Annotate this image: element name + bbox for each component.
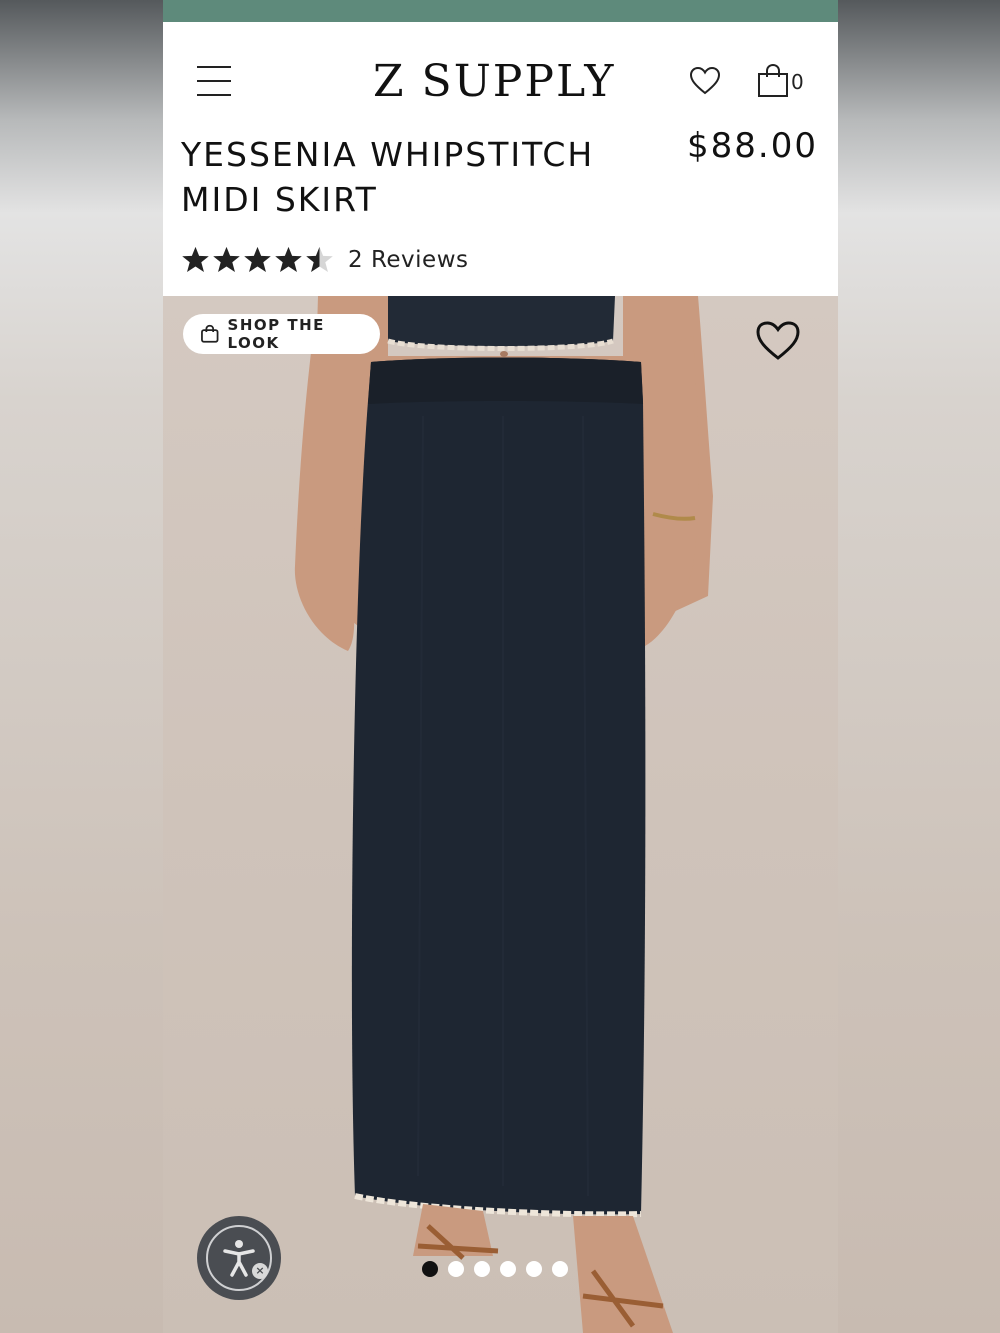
product-price: $88.00 (687, 126, 818, 166)
star-icon (213, 246, 240, 272)
heart-icon[interactable] (755, 320, 801, 362)
shop-the-look-button[interactable]: SHOP THE LOOK (183, 314, 380, 354)
shopping-bag-icon (201, 324, 219, 343)
accessibility-button[interactable]: × (197, 1216, 281, 1300)
product-image-carousel[interactable]: SHOP THE LOOK × (163, 296, 838, 1333)
announcement-strip (163, 0, 838, 22)
carousel-dot[interactable] (448, 1261, 464, 1277)
star-rating (181, 245, 334, 274)
product-info: YESSENIA WHIPSTITCH MIDI SKIRT $88.00 (163, 126, 838, 257)
blurred-backdrop-right (838, 0, 1000, 1333)
cart-button[interactable]: 0 (757, 64, 804, 98)
carousel-dot[interactable] (474, 1261, 490, 1277)
hamburger-icon[interactable] (197, 66, 231, 96)
reviews-link[interactable]: 2 Reviews (348, 247, 469, 273)
product-title: YESSENIA WHIPSTITCH MIDI SKIRT (181, 135, 595, 219)
brand-logo[interactable]: Z SUPPLY (373, 56, 615, 107)
product-photo (294, 296, 713, 1333)
rating-row[interactable]: 2 Reviews (181, 245, 469, 274)
heart-icon[interactable] (689, 66, 721, 96)
star-half-icon (306, 246, 333, 272)
shopping-bag-icon (758, 64, 788, 97)
star-icon (182, 246, 209, 272)
cart-count: 0 (791, 70, 804, 94)
carousel-dot[interactable] (500, 1261, 516, 1277)
site-header: Z SUPPLY 0 (163, 22, 838, 132)
carousel-dot[interactable] (526, 1261, 542, 1277)
carousel-pagination (422, 1261, 568, 1277)
carousel-dot[interactable] (552, 1261, 568, 1277)
shop-the-look-label: SHOP THE LOOK (227, 316, 325, 352)
blurred-backdrop-left (0, 0, 163, 1333)
close-icon[interactable]: × (252, 1263, 268, 1279)
star-icon (275, 246, 302, 272)
product-page: Z SUPPLY 0 YESSENIA WHIPSTITCH MIDI SKIR… (163, 0, 838, 1333)
star-icon (244, 246, 271, 272)
carousel-dot[interactable] (422, 1261, 438, 1277)
